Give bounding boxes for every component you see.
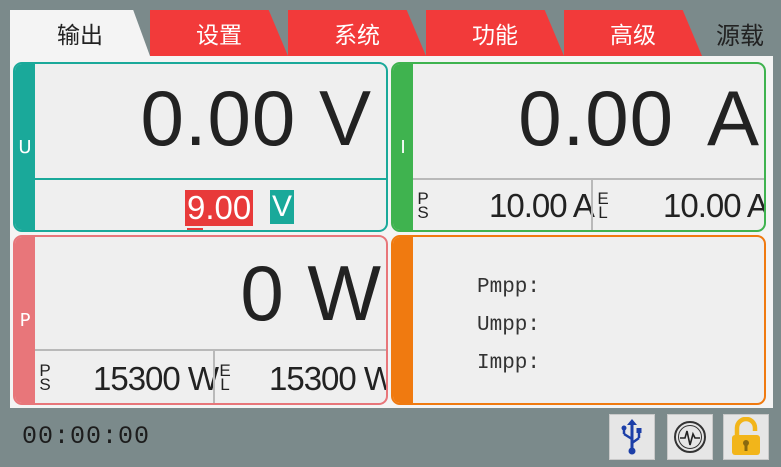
voltage-panel[interactable]: U 0.00 V 9.00 V [13, 62, 388, 232]
source-load-label[interactable]: 源载 [702, 10, 778, 56]
tab-advanced[interactable]: 高级 [564, 10, 702, 56]
current-side-label: I [393, 64, 413, 230]
power-ps-label: PS [39, 361, 51, 394]
power-ps-value[interactable]: 15300 W [93, 359, 219, 399]
current-el-value[interactable]: 10.00 A [663, 186, 764, 226]
tab-settings[interactable]: 设置 [150, 10, 288, 56]
mpp-panel[interactable]: Pmpp: Umpp: Impp: [391, 235, 766, 405]
power-actual-value: 0 W [240, 249, 382, 337]
main-content: U 0.00 V 9.00 V I 0.00 A PS 10.00 A EL 1… [10, 56, 773, 408]
current-actual-unit: A [706, 74, 760, 162]
tab-output[interactable]: 输出 [10, 10, 150, 56]
power-panel[interactable]: P 0 W PS 15300 W EL 15300 W [13, 235, 388, 405]
impp-label: Impp: [477, 352, 541, 375]
voltage-set-value[interactable]: 9.00 [185, 190, 254, 230]
waveform-icon[interactable] [667, 414, 713, 460]
current-el-label: EL [597, 189, 609, 222]
power-side-label: P [15, 237, 35, 403]
power-el-label: EL [219, 361, 231, 394]
current-sub-divider [591, 180, 593, 230]
current-panel[interactable]: I 0.00 A PS 10.00 A EL 10.00 A [391, 62, 766, 232]
power-sub-divider [213, 351, 215, 403]
umpp-label: Umpp: [477, 314, 541, 337]
voltage-actual-value: 0.00 V [140, 74, 372, 162]
tab-system[interactable]: 系统 [288, 10, 426, 56]
pmpp-label: Pmpp: [477, 276, 541, 299]
current-divider [413, 178, 764, 180]
voltage-set-unit: V [270, 190, 294, 224]
current-ps-value[interactable]: 10.00 A [489, 186, 595, 226]
mpp-side-bar [393, 237, 413, 403]
power-divider [35, 349, 386, 351]
usb-icon[interactable] [609, 414, 655, 460]
current-ps-label: PS [417, 189, 429, 222]
lock-open-icon[interactable] [723, 414, 769, 460]
tab-function[interactable]: 功能 [426, 10, 564, 56]
voltage-divider [35, 178, 386, 180]
runtime-timer: 00:00:00 [22, 422, 151, 451]
power-el-value[interactable]: 15300 W [269, 359, 386, 399]
voltage-side-label: U [15, 64, 35, 230]
current-actual-value: 0.00 [518, 74, 674, 162]
